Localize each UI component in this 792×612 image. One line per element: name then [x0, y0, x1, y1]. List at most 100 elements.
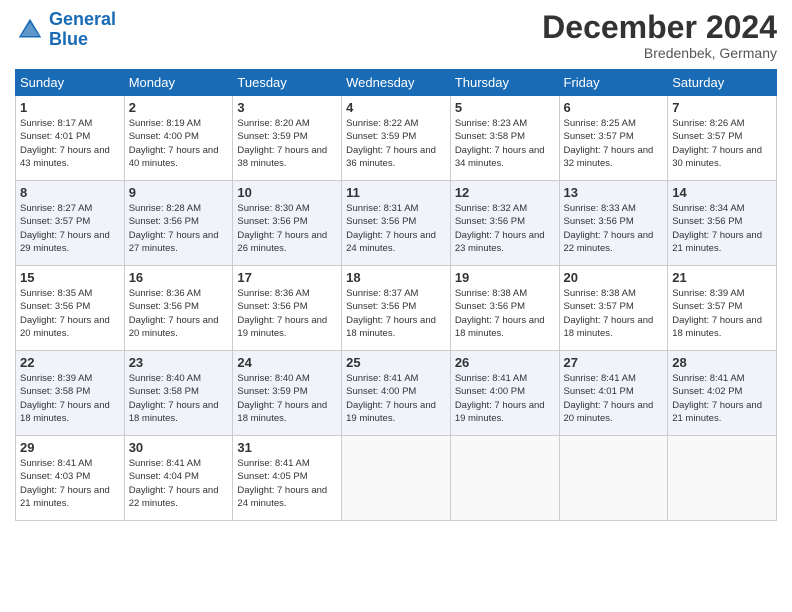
- daylight: Daylight: 7 hours and 18 minutes.: [564, 315, 654, 339]
- day-number: 13: [564, 185, 664, 200]
- calendar-week-row: 8 Sunrise: 8:27 AM Sunset: 3:57 PM Dayli…: [16, 181, 777, 266]
- sunset: Sunset: 3:56 PM: [672, 216, 742, 227]
- day-info: Sunrise: 8:35 AM Sunset: 3:56 PM Dayligh…: [20, 287, 120, 340]
- daylight: Daylight: 7 hours and 21 minutes.: [20, 485, 110, 509]
- day-number: 14: [672, 185, 772, 200]
- page-container: General Blue December 2024 Bredenbek, Ge…: [0, 0, 792, 526]
- day-number: 1: [20, 100, 120, 115]
- table-row: 26 Sunrise: 8:41 AM Sunset: 4:00 PM Dayl…: [450, 351, 559, 436]
- calendar-week-row: 15 Sunrise: 8:35 AM Sunset: 3:56 PM Dayl…: [16, 266, 777, 351]
- table-row: 9 Sunrise: 8:28 AM Sunset: 3:56 PM Dayli…: [124, 181, 233, 266]
- sunset: Sunset: 3:56 PM: [237, 216, 307, 227]
- sunset: Sunset: 3:57 PM: [564, 131, 634, 142]
- daylight: Daylight: 7 hours and 19 minutes.: [237, 315, 327, 339]
- daylight: Daylight: 7 hours and 20 minutes.: [129, 315, 219, 339]
- sunrise: Sunrise: 8:27 AM: [20, 203, 92, 214]
- daylight: Daylight: 7 hours and 22 minutes.: [129, 485, 219, 509]
- day-number: 25: [346, 355, 446, 370]
- sunset: Sunset: 4:01 PM: [20, 131, 90, 142]
- day-info: Sunrise: 8:19 AM Sunset: 4:00 PM Dayligh…: [129, 117, 229, 170]
- daylight: Daylight: 7 hours and 34 minutes.: [455, 145, 545, 169]
- day-info: Sunrise: 8:36 AM Sunset: 3:56 PM Dayligh…: [237, 287, 337, 340]
- calendar: Sunday Monday Tuesday Wednesday Thursday…: [15, 69, 777, 521]
- daylight: Daylight: 7 hours and 21 minutes.: [672, 230, 762, 254]
- sunset: Sunset: 3:56 PM: [129, 301, 199, 312]
- sunrise: Sunrise: 8:35 AM: [20, 288, 92, 299]
- day-info: Sunrise: 8:38 AM Sunset: 3:57 PM Dayligh…: [564, 287, 664, 340]
- table-row: 25 Sunrise: 8:41 AM Sunset: 4:00 PM Dayl…: [342, 351, 451, 436]
- day-info: Sunrise: 8:22 AM Sunset: 3:59 PM Dayligh…: [346, 117, 446, 170]
- daylight: Daylight: 7 hours and 26 minutes.: [237, 230, 327, 254]
- daylight: Daylight: 7 hours and 18 minutes.: [129, 400, 219, 424]
- day-number: 27: [564, 355, 664, 370]
- sunset: Sunset: 3:56 PM: [455, 301, 525, 312]
- day-number: 6: [564, 100, 664, 115]
- calendar-week-row: 22 Sunrise: 8:39 AM Sunset: 3:58 PM Dayl…: [16, 351, 777, 436]
- day-info: Sunrise: 8:40 AM Sunset: 3:59 PM Dayligh…: [237, 372, 337, 425]
- day-info: Sunrise: 8:32 AM Sunset: 3:56 PM Dayligh…: [455, 202, 555, 255]
- daylight: Daylight: 7 hours and 24 minutes.: [346, 230, 436, 254]
- table-row: 30 Sunrise: 8:41 AM Sunset: 4:04 PM Dayl…: [124, 436, 233, 521]
- sunrise: Sunrise: 8:30 AM: [237, 203, 309, 214]
- day-number: 10: [237, 185, 337, 200]
- day-number: 7: [672, 100, 772, 115]
- day-number: 23: [129, 355, 229, 370]
- sunset: Sunset: 3:56 PM: [346, 216, 416, 227]
- table-row: 17 Sunrise: 8:36 AM Sunset: 3:56 PM Dayl…: [233, 266, 342, 351]
- daylight: Daylight: 7 hours and 18 minutes.: [672, 315, 762, 339]
- sunrise: Sunrise: 8:22 AM: [346, 118, 418, 129]
- day-number: 19: [455, 270, 555, 285]
- day-info: Sunrise: 8:41 AM Sunset: 4:03 PM Dayligh…: [20, 457, 120, 510]
- sunset: Sunset: 4:00 PM: [129, 131, 199, 142]
- col-thursday: Thursday: [450, 70, 559, 96]
- sunrise: Sunrise: 8:34 AM: [672, 203, 744, 214]
- day-number: 3: [237, 100, 337, 115]
- day-number: 5: [455, 100, 555, 115]
- table-row: 29 Sunrise: 8:41 AM Sunset: 4:03 PM Dayl…: [16, 436, 125, 521]
- daylight: Daylight: 7 hours and 36 minutes.: [346, 145, 436, 169]
- daylight: Daylight: 7 hours and 18 minutes.: [237, 400, 327, 424]
- logo-text: General Blue: [49, 10, 116, 50]
- calendar-header-row: Sunday Monday Tuesday Wednesday Thursday…: [16, 70, 777, 96]
- title-area: December 2024 Bredenbek, Germany: [542, 10, 777, 61]
- sunset: Sunset: 3:58 PM: [455, 131, 525, 142]
- sunset: Sunset: 3:58 PM: [129, 386, 199, 397]
- day-info: Sunrise: 8:31 AM Sunset: 3:56 PM Dayligh…: [346, 202, 446, 255]
- sunrise: Sunrise: 8:20 AM: [237, 118, 309, 129]
- daylight: Daylight: 7 hours and 20 minutes.: [20, 315, 110, 339]
- table-row: 13 Sunrise: 8:33 AM Sunset: 3:56 PM Dayl…: [559, 181, 668, 266]
- sunset: Sunset: 3:56 PM: [455, 216, 525, 227]
- day-info: Sunrise: 8:41 AM Sunset: 4:00 PM Dayligh…: [346, 372, 446, 425]
- sunrise: Sunrise: 8:41 AM: [129, 458, 201, 469]
- day-number: 29: [20, 440, 120, 455]
- sunrise: Sunrise: 8:26 AM: [672, 118, 744, 129]
- day-number: 4: [346, 100, 446, 115]
- day-number: 12: [455, 185, 555, 200]
- table-row: 19 Sunrise: 8:38 AM Sunset: 3:56 PM Dayl…: [450, 266, 559, 351]
- sunset: Sunset: 3:57 PM: [672, 131, 742, 142]
- day-number: 15: [20, 270, 120, 285]
- day-info: Sunrise: 8:17 AM Sunset: 4:01 PM Dayligh…: [20, 117, 120, 170]
- col-saturday: Saturday: [668, 70, 777, 96]
- table-row: 15 Sunrise: 8:35 AM Sunset: 3:56 PM Dayl…: [16, 266, 125, 351]
- table-row: 11 Sunrise: 8:31 AM Sunset: 3:56 PM Dayl…: [342, 181, 451, 266]
- day-number: 21: [672, 270, 772, 285]
- table-row: 16 Sunrise: 8:36 AM Sunset: 3:56 PM Dayl…: [124, 266, 233, 351]
- day-info: Sunrise: 8:26 AM Sunset: 3:57 PM Dayligh…: [672, 117, 772, 170]
- day-number: 31: [237, 440, 337, 455]
- day-info: Sunrise: 8:41 AM Sunset: 4:02 PM Dayligh…: [672, 372, 772, 425]
- table-row: [342, 436, 451, 521]
- day-number: 11: [346, 185, 446, 200]
- table-row: 27 Sunrise: 8:41 AM Sunset: 4:01 PM Dayl…: [559, 351, 668, 436]
- sunrise: Sunrise: 8:40 AM: [129, 373, 201, 384]
- sunset: Sunset: 3:57 PM: [672, 301, 742, 312]
- sunset: Sunset: 4:04 PM: [129, 471, 199, 482]
- sunset: Sunset: 3:56 PM: [237, 301, 307, 312]
- day-number: 30: [129, 440, 229, 455]
- day-info: Sunrise: 8:38 AM Sunset: 3:56 PM Dayligh…: [455, 287, 555, 340]
- day-number: 28: [672, 355, 772, 370]
- daylight: Daylight: 7 hours and 23 minutes.: [455, 230, 545, 254]
- sunset: Sunset: 4:00 PM: [346, 386, 416, 397]
- table-row: 5 Sunrise: 8:23 AM Sunset: 3:58 PM Dayli…: [450, 96, 559, 181]
- day-info: Sunrise: 8:41 AM Sunset: 4:05 PM Dayligh…: [237, 457, 337, 510]
